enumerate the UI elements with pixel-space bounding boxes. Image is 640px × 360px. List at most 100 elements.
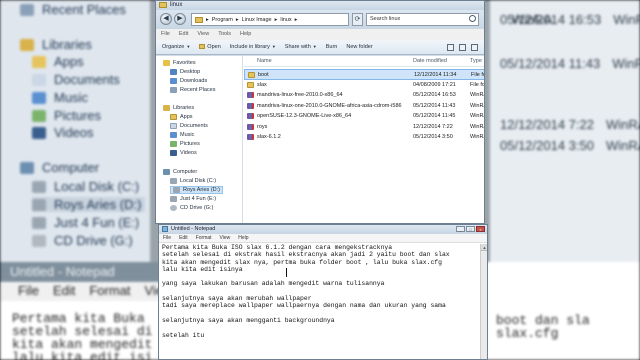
nav-desktop[interactable]: Desktop (170, 69, 200, 75)
forward-button[interactable]: ▶ (174, 13, 186, 25)
breadcrumb-separator: ▸ (274, 16, 278, 23)
nav-favorites[interactable]: Favorites (163, 60, 196, 66)
recent-places-icon (170, 87, 177, 93)
background-nav-music: Music (32, 90, 88, 105)
nav-apps[interactable]: Apps (170, 114, 193, 120)
breadcrumb-program[interactable]: Program (212, 17, 233, 23)
close-button[interactable]: × (476, 226, 485, 232)
nav-roys-aries[interactable]: Roys Aries (D:) (170, 186, 223, 194)
notepad-text-area[interactable]: Pertama kita Buka ISO slax 6.1.2 dengan … (162, 244, 480, 339)
music-icon (32, 91, 46, 104)
file-type: WinRA (470, 123, 484, 130)
nav-videos[interactable]: Videos (170, 150, 197, 156)
computer-icon (20, 161, 34, 174)
nav-local-disk[interactable]: Local Disk (C:) (170, 178, 216, 184)
music-icon (170, 132, 177, 138)
nav-cd-drive[interactable]: CD Drive (G:) (170, 205, 213, 211)
file-row[interactable]: roys 12/12/2014 7:22 WinRA (244, 122, 484, 133)
scroll-up-icon[interactable]: ▲ (481, 244, 487, 251)
view-controls (447, 43, 484, 51)
navigation-pane: Favorites Desktop Downloads Recent Place… (156, 56, 243, 223)
nav-computer[interactable]: Computer (163, 169, 197, 175)
breadcrumb-linux-image[interactable]: Linux Image (242, 17, 272, 23)
libraries-icon (20, 38, 34, 51)
organize-button[interactable]: Organize ▼ (162, 44, 190, 50)
rar-icon (247, 102, 254, 109)
back-arrow-icon: ◀ (163, 15, 169, 22)
menu-file[interactable]: File (163, 235, 171, 242)
menu-view[interactable]: View (220, 235, 231, 242)
refresh-button[interactable]: ⟳ (352, 13, 363, 26)
background-nav-documents: Documents (32, 72, 120, 87)
recent-places-icon (20, 3, 34, 16)
background-nav-videos: Videos (32, 125, 94, 140)
cd-drive-icon (32, 234, 46, 247)
file-row[interactable]: boot 12/12/2014 11:34 File fol (244, 69, 484, 80)
file-name: boot (258, 72, 269, 78)
menu-help[interactable]: Help (240, 31, 251, 40)
drive-icon (32, 198, 46, 211)
background-sidebar: Recent Places Libraries Apps Documents M… (0, 0, 150, 262)
column-name[interactable]: Name (257, 58, 272, 64)
breadcrumb-linux[interactable]: linux (280, 17, 291, 23)
menu-help[interactable]: Help (238, 235, 248, 242)
menu-edit[interactable]: Edit (179, 31, 188, 40)
notepad-title-bar[interactable]: Untitled - Notepad _ □ × (159, 225, 487, 234)
background-nav-pictures: Pictures (32, 108, 101, 123)
address-bar[interactable]: ▸ Program ▸ Linux Image ▸ linux ▸ (191, 13, 349, 26)
column-date-modified[interactable]: Date modified (413, 58, 447, 64)
notepad-title: Untitled - Notepad (171, 226, 216, 232)
back-button[interactable]: ◀ (160, 13, 172, 25)
nav-downloads[interactable]: Downloads (170, 78, 207, 84)
nav-recent-places[interactable]: Recent Places (170, 87, 215, 93)
minimize-button[interactable]: _ (456, 226, 465, 232)
file-type: File fol (470, 81, 485, 88)
column-type[interactable]: Type (470, 58, 482, 64)
file-type: File fol (471, 72, 484, 78)
menu-edit[interactable]: Edit (179, 235, 188, 242)
file-row[interactable]: mandriva-linux-one-2010.0-GNOME-africa-a… (244, 101, 484, 112)
background-nav-roys-aries: Roys Aries (D:) (32, 197, 146, 212)
file-row[interactable]: mandriva-linux-free-2010.0-x86_64 05/12/2… (244, 90, 484, 101)
open-button[interactable]: Open (199, 44, 221, 50)
file-type: WinRA (470, 113, 484, 119)
preview-pane-icon[interactable] (459, 43, 466, 51)
search-input[interactable]: Search linux (366, 13, 479, 26)
cd-drive-icon (170, 205, 177, 211)
explorer-menu-bar: File Edit View Tools Help (156, 29, 484, 40)
background-nav-apps: Apps (32, 54, 84, 69)
text-cursor-icon (286, 268, 287, 277)
nav-music[interactable]: Music (170, 132, 194, 138)
help-icon[interactable] (471, 43, 478, 51)
explorer-title: linux (170, 2, 183, 8)
nav-pictures[interactable]: Pictures (170, 141, 200, 147)
burn-button[interactable]: Burn (326, 44, 338, 50)
background-nav-computer: Computer (20, 160, 99, 175)
forward-arrow-icon: ▶ (177, 15, 183, 22)
folder-icon (170, 114, 177, 120)
nav-documents[interactable]: Documents (170, 123, 208, 129)
menu-view[interactable]: View (197, 31, 209, 40)
folder-icon (159, 2, 167, 8)
menu-format[interactable]: Format (196, 235, 212, 242)
view-options-icon[interactable] (447, 43, 454, 51)
include-in-library-button[interactable]: Include in library ▼ (230, 44, 276, 50)
file-row[interactable]: slax 04/08/2009 17:21 File fol (244, 80, 485, 91)
nav-just4fun[interactable]: Just 4 Fun (E:) (170, 196, 216, 202)
menu-tools[interactable]: Tools (218, 31, 231, 40)
file-row[interactable]: openSUSE-12.3-GNOME-Live-x86_64 05/12/201… (244, 111, 484, 122)
background-nav-libraries: Libraries (20, 37, 92, 52)
nav-libraries[interactable]: Libraries (163, 105, 194, 111)
background-notepad-text: Pertama kita Buka setelah selesai di kit… (12, 311, 153, 360)
background-notepad-menu: File Edit Format View (0, 283, 172, 301)
vertical-scrollbar[interactable]: ▲ (480, 244, 487, 359)
chevron-down-icon: ▼ (186, 44, 191, 49)
file-row[interactable]: slax-6.1.2 05/12/2014 3:50 WinRA (244, 132, 484, 143)
explorer-title-bar[interactable]: linux (156, 1, 484, 10)
file-type: WinRA (470, 134, 484, 140)
menu-file[interactable]: File (161, 31, 170, 40)
share-with-button[interactable]: Share with ▼ (285, 44, 317, 50)
new-folder-button[interactable]: New folder (346, 44, 372, 50)
maximize-button[interactable]: □ (466, 226, 475, 232)
file-name: roys (257, 123, 268, 130)
